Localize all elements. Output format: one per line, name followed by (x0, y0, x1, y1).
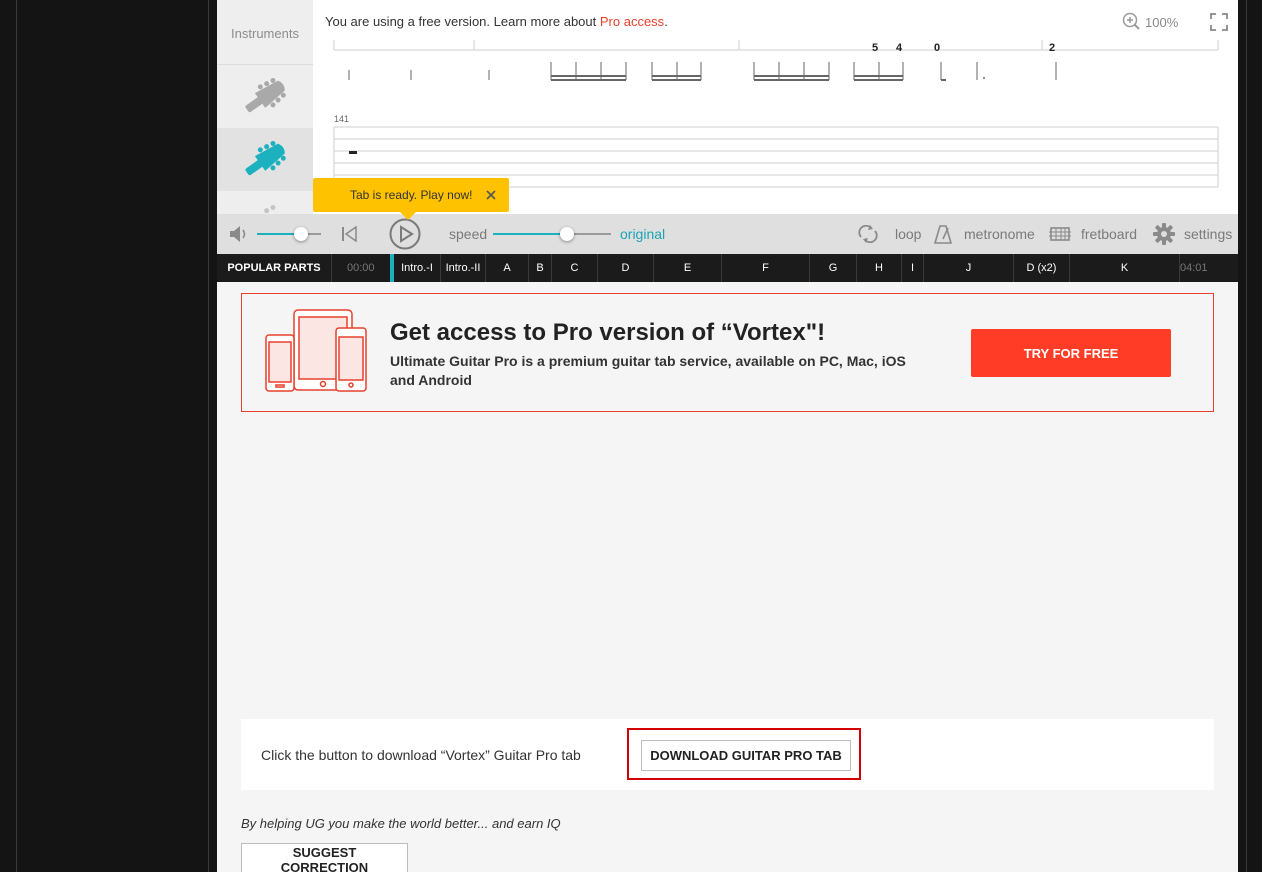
promo-title: Get access to Pro version of “Vortex"! (390, 319, 826, 346)
download-text: Click the button to download “Vortex” Gu… (261, 747, 581, 763)
metronome-button[interactable]: metronome (933, 214, 1035, 254)
part-b[interactable]: B (529, 254, 552, 282)
popular-parts-label: POPULAR PARTS (217, 254, 332, 282)
promo-description: Ultimate Guitar Pro is a premium guitar … (390, 353, 906, 388)
instrument-item-guitar-1[interactable] (217, 65, 313, 128)
instrument-item-guitar-2-selected[interactable] (217, 128, 313, 191)
fretboard-label: fretboard (1081, 226, 1138, 242)
fretboard-icon (1049, 227, 1071, 241)
loop-label: loop (895, 226, 922, 242)
speed-knob[interactable] (560, 227, 574, 241)
fret-number: 4 (896, 42, 903, 54)
bar-number: 141 (334, 114, 350, 124)
rewind-button[interactable] (341, 214, 357, 254)
toast-pointer (400, 212, 416, 220)
instrument-item-guitar-3[interactable] (217, 192, 313, 214)
speaker-icon (230, 226, 246, 242)
part-d[interactable]: D (598, 254, 654, 282)
instruments-sidebar: Instruments (217, 0, 313, 214)
try-for-free-button[interactable]: TRY FOR FREE (971, 329, 1171, 377)
speed-slider[interactable] (493, 226, 613, 242)
tab-ready-toast: Tab is ready. Play now! (313, 178, 509, 220)
fret-number: 2 (1049, 42, 1056, 54)
player-controls: speed original loop metronome fretboard … (217, 214, 1238, 254)
part-e[interactable]: E (654, 254, 722, 282)
main-content: Instruments You are using a free version… (217, 0, 1238, 872)
part-intro-2[interactable]: Intro.-II (441, 254, 486, 282)
devices-icon (265, 309, 367, 392)
help-text: By helping UG you make the world better.… (241, 816, 561, 831)
gear-icon (1153, 223, 1175, 245)
skip-back-icon (342, 226, 357, 242)
start-time: 00:00 (347, 262, 375, 274)
volume-slider[interactable] (257, 226, 323, 242)
end-time: 04:01 (1180, 262, 1208, 274)
volume-button[interactable] (229, 214, 249, 254)
metronome-label: metronome (964, 226, 1035, 242)
play-icon (389, 218, 421, 250)
settings-label: settings (1184, 226, 1233, 242)
suggest-correction-button[interactable]: SUGGEST CORRECTION (241, 843, 408, 872)
part-i[interactable]: I (902, 254, 924, 282)
metronome-icon (933, 225, 953, 244)
left-frame-line (16, 0, 17, 872)
part-j[interactable]: J (924, 254, 1014, 282)
right-frame-line (1246, 0, 1247, 872)
close-icon[interactable] (484, 188, 498, 202)
settings-button[interactable]: settings (1153, 214, 1232, 254)
part-k[interactable]: K (1070, 254, 1180, 282)
fret-number: 0 (934, 42, 941, 54)
part-g[interactable]: G (810, 254, 857, 282)
part-f[interactable]: F (722, 254, 810, 282)
fretboard-button[interactable]: fretboard (1049, 214, 1137, 254)
loop-icon (858, 225, 878, 243)
part-c[interactable]: C (552, 254, 598, 282)
fret-number: 5 (872, 42, 879, 54)
part-h[interactable]: H (857, 254, 902, 282)
part-a[interactable]: A (486, 254, 529, 282)
left-column-line (208, 0, 209, 872)
speed-label: speed (449, 226, 488, 242)
instruments-label: Instruments (231, 26, 299, 41)
volume-knob[interactable] (294, 227, 308, 241)
popular-parts-bar: POPULAR PARTS 00:00 Intro.-I Intro.-II A… (217, 254, 1238, 282)
download-box: Click the button to download “Vortex” Gu… (241, 719, 1214, 790)
guitar-headstock-icon (245, 77, 286, 113)
guitar-headstock-icon (264, 204, 276, 214)
guitar-headstock-icon (245, 140, 286, 176)
play-button[interactable] (389, 214, 421, 254)
toast-text: Tab is ready. Play now! (350, 188, 473, 202)
loop-button[interactable]: loop (857, 214, 921, 254)
download-guitar-pro-tab-button[interactable]: DOWNLOAD GUITAR PRO TAB (641, 740, 851, 771)
speed-value: original (620, 226, 666, 242)
part-d-x2[interactable]: D (x2) (1014, 254, 1070, 282)
pro-promo-banner: Get access to Pro version of “Vortex"! U… (241, 293, 1214, 412)
part-intro-1[interactable]: Intro.-I (394, 254, 441, 282)
